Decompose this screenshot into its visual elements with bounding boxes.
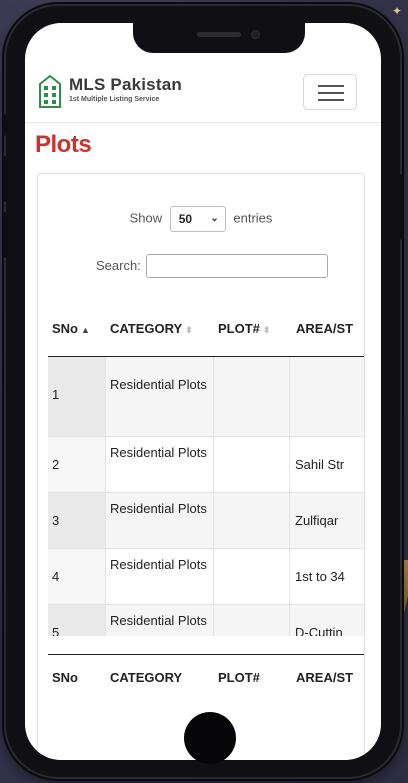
table-row[interactable]: 1 Residential Plots xyxy=(48,357,364,437)
header-category[interactable]: CATEGORY ⬍ xyxy=(110,312,193,346)
hamburger-menu-icon xyxy=(318,85,344,87)
sort-both-icon: ⬍ xyxy=(185,325,193,335)
entries-select[interactable]: 50 ⌄ xyxy=(169,206,226,232)
volume-down-button xyxy=(2,212,6,258)
brand-subtitle: 1st Multiple Listing Service xyxy=(69,96,160,103)
table-card: Show 50 ⌄ entries Search: SNo ▲ CATEGORY ⬍ xyxy=(37,173,365,760)
building-icon[interactable] xyxy=(39,74,61,108)
footer-area: AREA/ST xyxy=(296,670,354,685)
entries-label: entries xyxy=(233,210,273,226)
footer-sno: SNo xyxy=(52,670,78,685)
cell-sno: 4 xyxy=(52,569,60,584)
table-row[interactable]: 5 Residential Plots D-Cuttin xyxy=(48,605,364,636)
cell-sno: 1 xyxy=(52,387,60,402)
page-title: Plots xyxy=(35,131,92,158)
footer-plot: PLOT# xyxy=(218,670,260,685)
speaker xyxy=(197,32,241,37)
cell-category: Residential Plots xyxy=(110,557,207,572)
chevron-down-icon: ⌄ xyxy=(210,213,219,224)
hamburger-menu-button[interactable] xyxy=(303,74,357,110)
table-footer: SNo CATEGORY PLOT# AREA/ST xyxy=(48,654,364,690)
cell-area: D-Cuttin xyxy=(295,625,343,636)
table-row[interactable]: 3 Residential Plots Zulfiqar xyxy=(48,493,364,549)
sort-asc-icon: ▲ xyxy=(81,325,90,335)
top-navbar: MLS Pakistan 1st Multiple Listing Servic… xyxy=(25,61,381,123)
cell-sno: 3 xyxy=(52,513,60,528)
table-row[interactable]: 4 Residential Plots 1st to 34 xyxy=(48,549,364,605)
table-row[interactable]: 2 Residential Plots Sahil Str xyxy=(48,437,364,493)
header-sno[interactable]: SNo ▲ xyxy=(52,312,90,346)
front-camera xyxy=(251,30,260,39)
phone-frame: MLS Pakistan 1st Multiple Listing Servic… xyxy=(2,6,404,777)
phone-screen: MLS Pakistan 1st Multiple Listing Servic… xyxy=(25,23,381,760)
search-input[interactable] xyxy=(146,254,328,278)
cell-area: Zulfiqar xyxy=(295,513,339,528)
brand-name: MLS Pakistan xyxy=(69,75,182,94)
cell-category: Residential Plots xyxy=(110,613,207,628)
sort-both-icon: ⬍ xyxy=(262,325,271,335)
header-plot[interactable]: PLOT# ⬍ xyxy=(218,312,270,346)
footer-category: CATEGORY xyxy=(110,670,183,685)
plots-table: SNo ▲ CATEGORY ⬍ PLOT# ⬍ AREA/ST 1 Resid… xyxy=(48,294,364,760)
cell-category: Residential Plots xyxy=(110,445,207,460)
background-sparkle: ✦ xyxy=(392,4,403,18)
search-label: Search: xyxy=(96,258,141,273)
cell-category: Residential Plots xyxy=(110,501,207,516)
brand-logo[interactable]: MLS Pakistan 1st Multiple Listing Servic… xyxy=(69,75,182,103)
volume-up-button xyxy=(2,156,6,202)
cell-area: Sahil Str xyxy=(295,457,345,472)
power-button xyxy=(400,174,404,240)
mute-switch xyxy=(2,114,6,136)
cell-area: 1st to 34 xyxy=(295,569,345,584)
cell-sno: 2 xyxy=(52,457,60,472)
cell-category: Residential Plots xyxy=(110,377,207,392)
entries-control: Show 50 ⌄ entries xyxy=(38,206,364,232)
entries-value: 50 xyxy=(178,212,193,226)
notch xyxy=(133,23,305,53)
table-body: 1 Residential Plots 2 Residential Plots … xyxy=(48,356,364,636)
home-button[interactable] xyxy=(184,712,236,764)
show-label: Show xyxy=(129,210,163,226)
header-area[interactable]: AREA/ST xyxy=(296,312,353,346)
table-header: SNo ▲ CATEGORY ⬍ PLOT# ⬍ AREA/ST xyxy=(48,312,364,346)
cell-sno: 5 xyxy=(52,625,60,636)
